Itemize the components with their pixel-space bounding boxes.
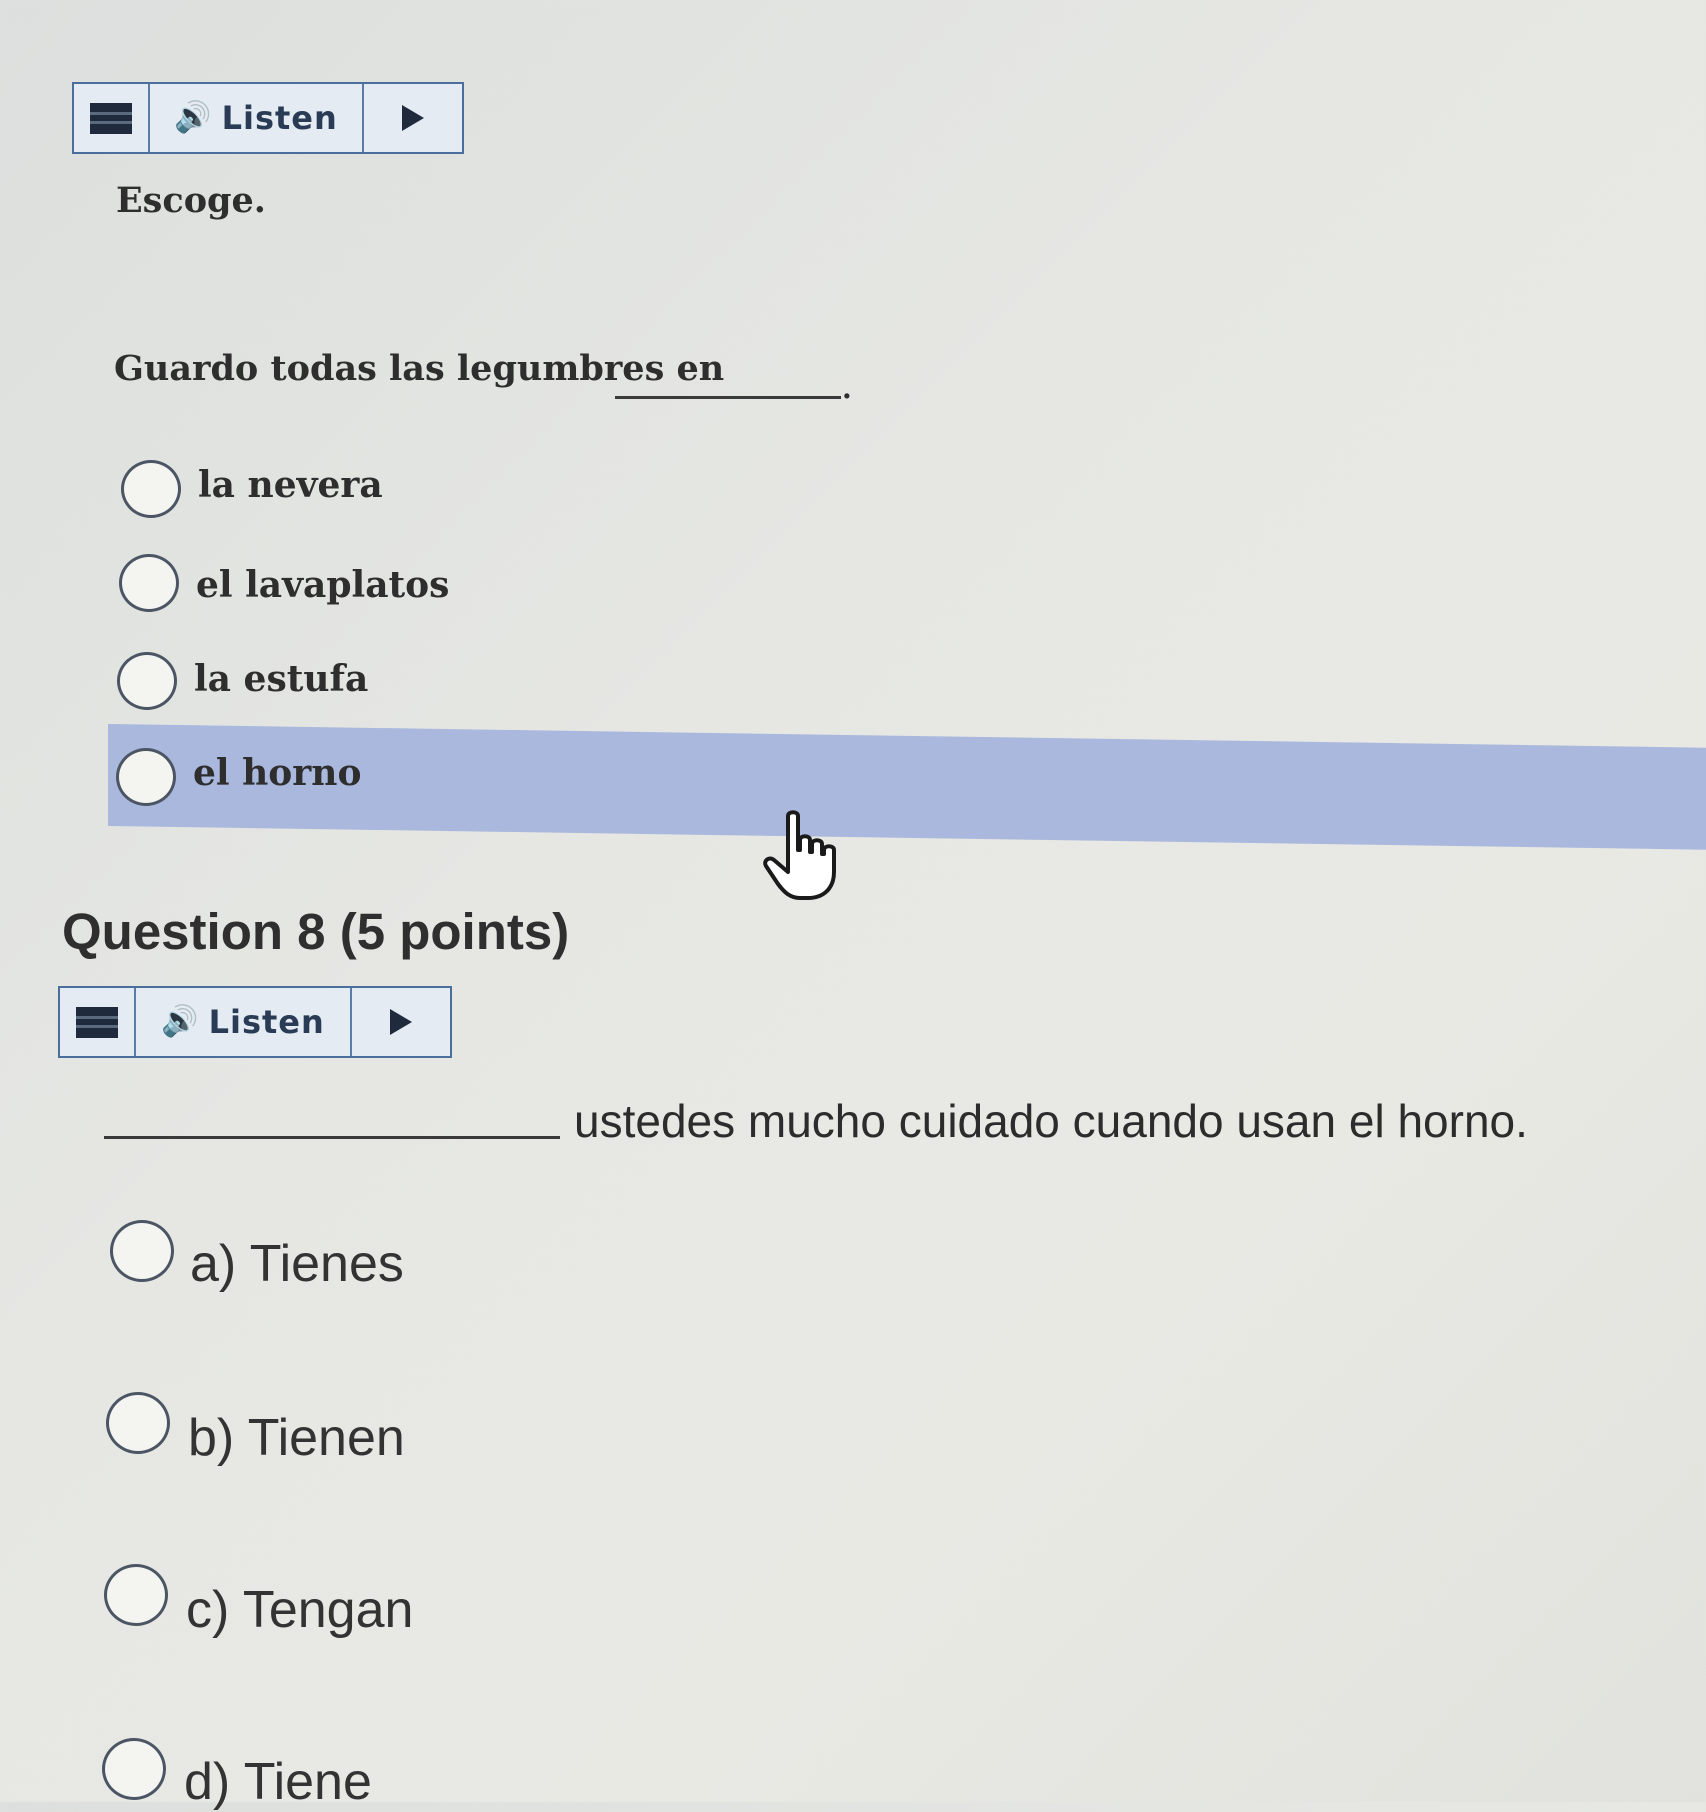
q8-option-d-label[interactable]: d) Tiene: [184, 1752, 372, 1812]
menu-icon: [76, 1006, 118, 1038]
q8-listen-menu-button[interactable]: [60, 988, 136, 1056]
q8-option-a-radio[interactable]: [110, 1220, 174, 1282]
q8-option-a-label[interactable]: a) Tienes: [190, 1234, 404, 1294]
q7-answer-blank: [615, 396, 841, 399]
q8-option-c-radio[interactable]: [104, 1564, 168, 1626]
q8-option-b-label[interactable]: b) Tienen: [188, 1408, 405, 1468]
q8-option-c-label[interactable]: c) Tengan: [186, 1580, 413, 1640]
q7-option-3-radio[interactable]: [117, 652, 177, 710]
q7-prompt-period: .: [842, 372, 852, 405]
q7-option-3-label[interactable]: la estufa: [194, 658, 368, 700]
q7-option-1-radio[interactable]: [121, 460, 181, 518]
q7-instruction: Escoge.: [116, 180, 266, 221]
q7-listen-button[interactable]: 🔊 Listen: [150, 84, 364, 152]
q7-listen-menu-button[interactable]: [74, 84, 150, 152]
q8-option-d-radio[interactable]: [102, 1738, 166, 1800]
play-icon: [402, 105, 424, 131]
hand-pointer-cursor-icon: [763, 810, 836, 900]
question-8-title: Question 8 (5 points): [62, 903, 570, 960]
q8-option-b-radio[interactable]: [106, 1392, 170, 1454]
q8-listen-toolbar: 🔊 Listen: [58, 986, 452, 1058]
q7-option-2-label[interactable]: el lavaplatos: [196, 564, 449, 606]
q7-option-2-radio[interactable]: [119, 554, 179, 612]
q7-option-1-label[interactable]: la nevera: [198, 464, 383, 506]
q8-answer-blank: [104, 1136, 560, 1139]
q7-play-button[interactable]: [364, 84, 462, 152]
q7-option-4-label[interactable]: el horno: [193, 752, 361, 794]
q7-option-4-radio[interactable]: [116, 748, 176, 806]
q8-play-button[interactable]: [352, 988, 450, 1056]
listen-label: Listen: [208, 1003, 325, 1041]
play-icon: [390, 1009, 412, 1035]
speaker-icon: 🔊: [174, 101, 212, 134]
q7-listen-toolbar: 🔊 Listen: [72, 82, 464, 154]
q8-sentence: ustedes mucho cuidado cuando usan el hor…: [574, 1095, 1528, 1147]
speaker-icon: 🔊: [161, 1005, 199, 1038]
menu-icon: [90, 102, 132, 134]
q7-prompt: Guardo todas las legumbres en: [114, 348, 725, 389]
q8-listen-button[interactable]: 🔊 Listen: [136, 988, 352, 1056]
listen-label: Listen: [221, 99, 338, 137]
